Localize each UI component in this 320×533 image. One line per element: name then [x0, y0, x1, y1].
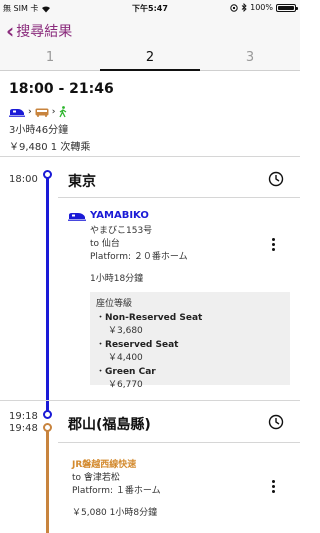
train-platform: Platform: ２０番ホーム — [90, 252, 188, 262]
battery-percent: 100% — [250, 3, 273, 12]
back-label: 搜尋結果 — [16, 24, 73, 40]
route-summary: 18:00 - 21:46 › › 3小時46分鐘 ￥9,480 1 次轉乘 — [0, 71, 300, 157]
nav-bar: ‹ 搜尋結果 — [0, 15, 300, 45]
battery-icon — [276, 3, 298, 12]
seat-price: ￥3,680 — [108, 326, 143, 336]
battery-level — [278, 5, 294, 10]
seat-price: ￥6,770 — [108, 380, 143, 390]
route-tabs: 1 2 3 — [0, 45, 300, 71]
divider — [0, 400, 300, 401]
more-options-icon[interactable] — [272, 238, 276, 251]
walk-icon — [59, 106, 67, 118]
seat-class-box: 座位等級 ・Non-Reserved Seat ￥3,680 ・Reserved… — [90, 292, 290, 390]
train-icon — [9, 109, 25, 117]
stop-marker — [43, 423, 52, 432]
train-name: YAMABIKO — [90, 210, 149, 221]
fare-duration: ￥5,080 1小時8分鐘 — [72, 508, 158, 518]
status-bar: 無 SIM 卡 下午5:47 100% — [0, 0, 300, 15]
total-duration: 3小時46分鐘 — [9, 125, 69, 136]
depart-time: 18:00 — [9, 174, 38, 185]
divider — [58, 442, 300, 443]
tab-route-2[interactable]: 2 — [100, 45, 200, 71]
clock-icon[interactable] — [268, 171, 284, 187]
seat-class-title: 座位等級 — [96, 299, 133, 309]
station-name: 郡山(福島縣) — [68, 417, 151, 433]
arrow-right-icon: › — [51, 107, 56, 117]
mode-sequence: › › — [9, 105, 291, 119]
seat-price: ￥4,400 — [108, 353, 143, 363]
tab-route-1[interactable]: 1 — [0, 45, 100, 70]
depart-time: 19:48 — [9, 423, 38, 434]
more-options-icon[interactable] — [272, 480, 276, 493]
tab-route-3[interactable]: 3 — [200, 45, 300, 70]
segment-line-local — [46, 428, 49, 533]
train-name: JR磐越西線快速 — [72, 460, 137, 470]
stop-marker — [43, 410, 52, 419]
divider — [58, 197, 300, 198]
time-range: 18:00 - 21:46 — [9, 81, 114, 97]
arrow-right-icon: › — [28, 107, 32, 117]
segment-line-shinkansen — [46, 175, 49, 415]
train-direction: to 會津若松 — [72, 473, 120, 483]
train-icon — [68, 212, 86, 221]
train-platform: Platform: １番ホーム — [72, 486, 161, 496]
orientation-lock-icon — [230, 3, 238, 12]
arrive-time: 19:18 — [9, 411, 38, 422]
ride-duration: 1小時18分鐘 — [90, 274, 144, 284]
seat-name: Green Car — [105, 367, 156, 377]
station-name: 東京 — [68, 174, 96, 190]
fare-transfers: ￥9,480 1 次轉乘 — [9, 142, 91, 153]
bluetooth-icon — [241, 3, 247, 12]
stop-marker — [43, 170, 52, 179]
seat-name: Non-Reserved Seat — [105, 313, 203, 323]
clock-icon[interactable] — [268, 414, 284, 430]
seat-name: Reserved Seat — [105, 340, 179, 350]
bus-icon — [35, 108, 49, 117]
train-number: やまびこ153号 — [90, 226, 153, 236]
back-button[interactable]: ‹ 搜尋結果 — [6, 21, 72, 41]
train-direction: to 仙台 — [90, 239, 120, 249]
chevron-left-icon: ‹ — [6, 19, 15, 43]
